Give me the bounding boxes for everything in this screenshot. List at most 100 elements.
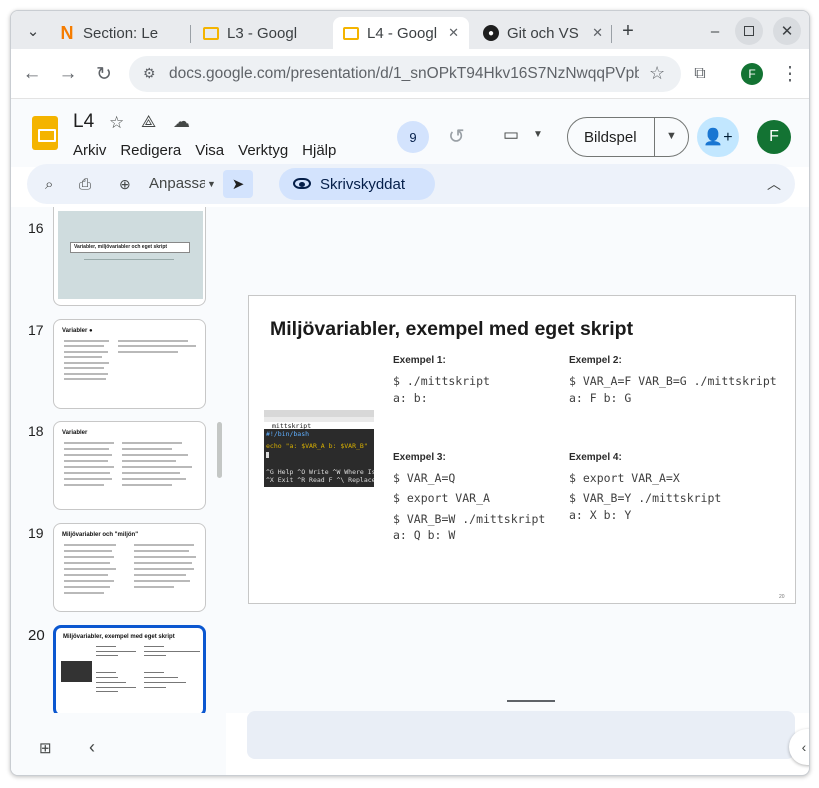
address-bar[interactable]: ⚙ docs.google.com/presentation/d/1_snOPk… <box>129 56 681 92</box>
terminal-cursor <box>266 452 269 458</box>
puzzle-icon: ⧉ <box>694 65 706 82</box>
tab-separator <box>611 25 612 43</box>
tab-separator <box>190 25 191 43</box>
bookmark-star-icon[interactable]: ☆ <box>649 63 665 84</box>
video-call-icon[interactable]: ▭ <box>503 125 519 145</box>
terminal-shebang: #!/bin/bash <box>266 430 310 438</box>
notes-resize-handle[interactable] <box>507 700 555 702</box>
close-window-button[interactable]: ✕ <box>773 17 801 45</box>
caret-down-icon[interactable]: ▼ <box>666 130 677 142</box>
select-tool-button[interactable]: ➤ <box>223 170 253 198</box>
minimize-button[interactable]: – <box>701 17 729 45</box>
profile-avatar[interactable]: F <box>741 63 763 85</box>
maximize-icon <box>744 26 754 36</box>
close-icon[interactable]: ✕ <box>592 25 603 41</box>
slide-thumbnail-16[interactable]: Variabler, miljövariabler och eget skrip… <box>53 207 206 306</box>
tab-title: Git och VS <box>507 24 579 42</box>
filmstrip-footer: ⊞ ‹ <box>11 713 226 775</box>
tab-strip: ⌄ N Section: Le L3 - Googl L4 - Googl ✕ … <box>11 11 809 49</box>
slideshow-button[interactable]: Bildspel ▼ <box>567 117 689 157</box>
chevron-left-icon[interactable]: ‹ <box>89 737 95 758</box>
menu-arkiv[interactable]: Arkiv <box>73 142 106 159</box>
filmstrip-scrollbar[interactable] <box>217 422 222 478</box>
code-line: a: b: <box>393 391 428 405</box>
slideshow-label[interactable]: Bildspel <box>584 129 637 146</box>
print-icon[interactable]: ⎙ <box>79 172 91 196</box>
url-text[interactable]: docs.google.com/presentation/d/1_snOPkT9… <box>169 65 639 83</box>
current-slide[interactable]: Miljövariabler, exempel med eget skript … <box>248 295 796 604</box>
star-icon[interactable]: ☆ <box>109 113 124 133</box>
version-history-icon[interactable]: ↺ <box>448 124 465 149</box>
terminal-echo: echo "a: $VAR_A b: $VAR_B" <box>266 442 368 450</box>
extensions-button[interactable]: ⧉ <box>687 61 713 87</box>
terminal-screenshot: mittskript #!/bin/bash echo "a: $VAR_A b… <box>264 410 374 487</box>
code-line: a: F b: G <box>569 391 632 405</box>
zoom-icon[interactable]: ⊕ <box>119 172 131 196</box>
github-icon: ● <box>483 25 499 41</box>
document-title[interactable]: L4 <box>73 111 94 133</box>
readonly-chip[interactable]: Skrivskyddat <box>279 168 435 200</box>
google-slides-icon <box>343 26 359 40</box>
person-add-icon: 👤+ <box>703 129 733 146</box>
forward-button[interactable]: → <box>55 61 81 87</box>
account-avatar[interactable]: F <box>757 120 791 154</box>
grid-view-icon[interactable]: ⊞ <box>39 739 52 757</box>
editor-toolbar: ⌕ ⎙ ⊕ Anpassa ▼ ➤ Skrivskyddat ︿ <box>27 164 795 204</box>
terminal-help-row: ^G Help ^O Write ^W Where Is <box>266 468 374 476</box>
speaker-notes[interactable] <box>247 711 795 759</box>
code-line: $ ./mittskript <box>393 374 490 388</box>
site-settings-icon[interactable]: ⚙ <box>143 65 156 82</box>
readonly-label: Skrivskyddat <box>320 176 406 193</box>
terminal-titlebar <box>264 410 374 417</box>
caret-down-icon[interactable]: ▼ <box>207 172 216 196</box>
more-vert-icon: ⋮ <box>780 63 800 85</box>
menu-hjalp[interactable]: Hjälp <box>302 142 336 159</box>
tab-search-button[interactable]: ⌄ <box>19 17 47 45</box>
slide-thumbnail-18[interactable]: Variabler <box>53 421 206 510</box>
tab-l4[interactable]: L4 - Googl ✕ <box>333 17 469 49</box>
split-divider <box>654 118 655 156</box>
menu-bar: Arkiv Redigera Visa Verktyg Hjälp <box>73 142 336 159</box>
caret-down-icon[interactable]: ▼ <box>533 129 543 140</box>
chevron-left-icon: ‹ <box>801 739 807 755</box>
google-slides-logo[interactable] <box>32 116 58 150</box>
menu-verktyg[interactable]: Verktyg <box>238 142 288 159</box>
browser-window: ⌄ N Section: Le L3 - Googl L4 - Googl ✕ … <box>10 10 810 776</box>
menu-visa[interactable]: Visa <box>195 142 224 159</box>
example-1-label: Exempel 1: <box>393 355 446 366</box>
terminal-filename: mittskript <box>272 422 312 430</box>
browser-menu-button[interactable]: ⋮ <box>777 61 803 87</box>
google-slides-icon <box>203 26 219 40</box>
thumb-title: Miljövariabler, exempel med eget skript <box>63 634 175 640</box>
slide-thumbnail-19[interactable]: Miljövariabler och "miljön" <box>53 523 206 612</box>
move-to-drive-icon[interactable]: ⟁ <box>141 112 156 132</box>
chevron-down-icon: ⌄ <box>26 23 40 40</box>
search-icon[interactable]: ⌕ <box>45 172 53 196</box>
collapse-toolbar-icon[interactable]: ︿ <box>767 172 781 196</box>
slide-number: 19 <box>28 525 44 541</box>
code-line: $ VAR_B=Y ./mittskript <box>569 491 722 505</box>
slide-canvas: Miljövariabler, exempel med eget skript … <box>226 207 809 713</box>
tab-git[interactable]: ● Git och VS ✕ <box>473 17 613 49</box>
tab-section[interactable]: N Section: Le <box>49 17 187 49</box>
collaborators-badge[interactable]: 9 <box>397 121 429 153</box>
share-button[interactable]: 👤+ <box>697 117 739 157</box>
tab-l3[interactable]: L3 - Googl <box>193 17 331 49</box>
reload-icon: ↻ <box>96 63 112 85</box>
thumb-background <box>58 211 203 299</box>
slide-filmstrip: 16 Variabler, miljövariabler och eget sk… <box>11 207 226 713</box>
navigation-bar: ← → ↻ ⚙ docs.google.com/presentation/d/1… <box>11 49 809 99</box>
back-button[interactable]: ← <box>19 61 45 87</box>
maximize-button[interactable] <box>735 17 763 45</box>
zoom-select[interactable]: Anpassa <box>149 175 205 192</box>
reload-button[interactable]: ↻ <box>91 61 117 87</box>
cloud-status-icon[interactable]: ☁ <box>173 112 190 132</box>
slide-thumbnail-17[interactable]: Variabler ● <box>53 319 206 409</box>
close-icon[interactable]: ✕ <box>448 25 459 41</box>
tab-title: L3 - Googl <box>227 24 298 42</box>
arrow-right-icon: → <box>58 63 78 84</box>
menu-redigera[interactable]: Redigera <box>120 142 181 159</box>
minimize-icon: – <box>710 22 720 40</box>
new-tab-button[interactable]: + <box>614 17 642 45</box>
slide-thumbnail-20[interactable]: Miljövariabler, exempel med eget skript <box>53 625 206 713</box>
